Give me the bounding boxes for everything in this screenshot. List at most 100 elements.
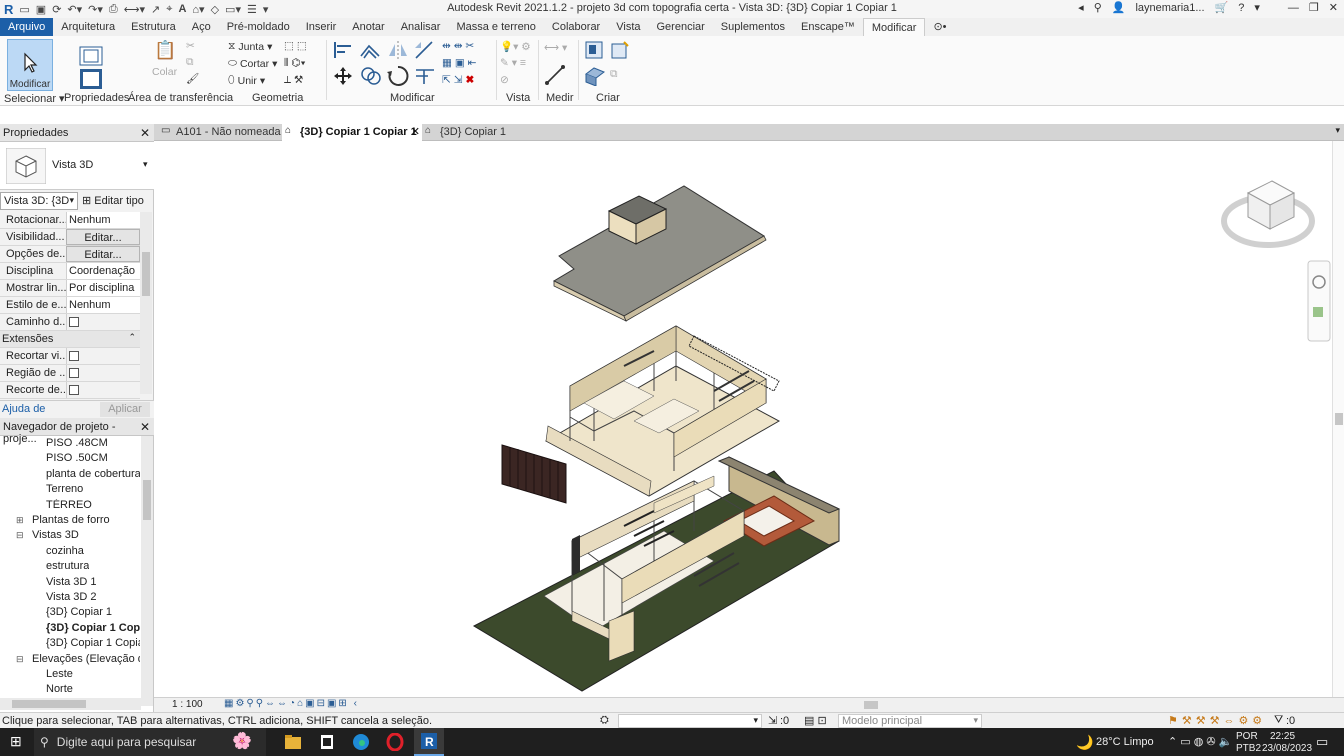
browser-item[interactable]: PISO .50CM — [46, 452, 108, 464]
tab-1[interactable]: Arquitetura — [53, 18, 123, 36]
delete-icon[interactable]: ✖ — [466, 74, 475, 86]
canvas-hscrollbar[interactable] — [434, 701, 1314, 709]
property-edit-button[interactable]: Editar... — [66, 229, 140, 245]
copy-icon[interactable] — [360, 66, 382, 86]
hide-bulb-icon[interactable]: 💡▾ ⚙ — [500, 40, 531, 53]
tree-toggle-icon[interactable]: ⊞ — [16, 515, 24, 526]
properties-help-link[interactable]: Ajuda de — [2, 403, 45, 415]
tab-11[interactable]: Gerenciar — [649, 18, 713, 36]
array-icons-row[interactable]: ▦ ▣ ⇤ — [442, 57, 476, 69]
property-value[interactable] — [66, 365, 140, 381]
tab-5[interactable]: Inserir — [298, 18, 345, 36]
tab-3[interactable]: Aço — [184, 18, 219, 36]
weather-text[interactable]: 28°C Limpo — [1096, 736, 1154, 748]
property-value[interactable]: Coordenação — [66, 263, 140, 279]
paste-label[interactable]: Colar — [152, 66, 177, 78]
create-parts-icon[interactable] — [584, 66, 606, 86]
tab-14[interactable]: Modificar — [862, 18, 926, 36]
search-highlight-icon[interactable]: 🌸 — [232, 731, 252, 751]
browser-hscrollbar[interactable] — [0, 698, 141, 710]
dimension-tool-icon[interactable] — [544, 64, 566, 86]
property-edit-button[interactable]: Editar... — [66, 246, 140, 262]
opera-icon[interactable] — [386, 733, 404, 751]
help-icon[interactable]: ? — [1238, 2, 1244, 14]
create-assembly-icon[interactable]: ⧉ — [610, 68, 618, 81]
worksets-icon[interactable]: ⛭ — [600, 714, 609, 727]
split-face-icon[interactable]: ⫴ ⌬▾ — [284, 57, 306, 70]
property-value[interactable] — [66, 348, 140, 364]
modify-tool-button[interactable]: Modificar — [7, 39, 53, 91]
close-tab-icon[interactable]: ✕ — [411, 125, 420, 138]
close-icon[interactable]: ✕ — [140, 420, 150, 434]
browser-item[interactable]: PISO .48CM — [46, 437, 108, 449]
measure-icon[interactable]: ⟷▾ — [124, 3, 145, 16]
save-icon[interactable]: ▣ — [36, 3, 46, 16]
linework-icon[interactable]: ⊘ — [500, 74, 509, 86]
editable-icon[interactable]: ⇲ — [768, 714, 777, 727]
windows-start-icon[interactable]: ⊞ — [10, 733, 22, 750]
tag-icon[interactable]: ⌖ — [166, 3, 172, 16]
browser-item[interactable]: Vista 3D 2 — [46, 591, 97, 603]
collapse-icon[interactable]: ⌃ — [128, 332, 136, 343]
browser-item[interactable]: Vista 3D 1 — [46, 576, 97, 588]
browser-item[interactable]: cozinha — [46, 545, 84, 557]
revit-taskbar-button[interactable]: R — [414, 728, 444, 756]
browser-item[interactable]: planta de cobertura — [46, 468, 140, 480]
create-group-icon[interactable] — [610, 40, 630, 60]
move-icon[interactable] — [333, 66, 353, 86]
clock-date[interactable]: 23/08/2023 — [1262, 743, 1312, 754]
language-code[interactable]: POR — [1236, 731, 1258, 742]
design-options-icon[interactable]: ▤ ⊡ — [804, 714, 827, 727]
design-option-select[interactable]: Modelo principal ▾ — [838, 714, 982, 728]
tab-4[interactable]: Pré-moldado — [219, 18, 298, 36]
close-hidden-icon[interactable]: ▭▾ — [225, 3, 241, 16]
roof-slab[interactable] — [552, 185, 767, 322]
tree-toggle-icon[interactable]: ⊟ — [16, 654, 24, 665]
close-icon[interactable]: ✕ — [140, 126, 150, 140]
minimize-button[interactable]: — — [1288, 2, 1299, 14]
tab-7[interactable]: Analisar — [393, 18, 449, 36]
tab-13[interactable]: Enscape™ — [793, 18, 863, 36]
user-icon[interactable]: 👤 — [1112, 1, 1126, 14]
override-icon[interactable]: ✎ ▾ ≡ — [500, 57, 526, 69]
paste-icon[interactable]: 📋 — [154, 40, 176, 61]
properties-button[interactable] — [68, 39, 114, 91]
help-dropdown-icon[interactable]: ▾ — [1254, 1, 1260, 14]
selection-options-icons[interactable]: ⚑⚒⚒⚒⇔⚙⚙ — [1168, 714, 1266, 727]
browser-item[interactable]: {3D} Copiar 1 Copiai — [46, 637, 140, 649]
weather-moon-icon[interactable]: 🌙 — [1076, 734, 1093, 751]
view-tab[interactable]: ⌂ {3D} Copiar 1 — [422, 124, 512, 141]
instance-filter-select[interactable]: Vista 3D: {3D ▾ — [0, 192, 78, 210]
view-controls-icons[interactable]: ▦⚙⚲⚲⇔⇔◔⌂▣⊟▣⊞ ‹ — [224, 698, 359, 709]
browser-scrollbar[interactable] — [141, 436, 153, 706]
align-icon[interactable] — [333, 40, 355, 60]
tab-6[interactable]: Anotar — [344, 18, 392, 36]
keyboard-layout[interactable]: PTB2 — [1236, 743, 1261, 754]
mirror-draw-icon[interactable] — [413, 40, 435, 60]
property-value[interactable] — [66, 314, 140, 330]
tab-12[interactable]: Suplementos — [713, 18, 793, 36]
mirror-axis-icon[interactable] — [387, 40, 409, 60]
close-button[interactable]: ✕ — [1329, 1, 1338, 14]
checkbox[interactable] — [69, 317, 79, 328]
rotate-icon[interactable] — [386, 64, 410, 88]
checkbox[interactable] — [69, 351, 79, 362]
type-dropdown-icon[interactable]: ▾ — [143, 159, 148, 170]
match-type-icon[interactable]: 🖌 — [186, 72, 199, 85]
apply-button[interactable]: Aplicar — [100, 402, 150, 417]
maximize-button[interactable]: ❐ — [1309, 1, 1319, 14]
filter-icon[interactable]: ⛛ — [1274, 714, 1283, 727]
browser-item[interactable]: Leste — [46, 668, 73, 680]
cut-button[interactable]: ⬭ Cortar ▾ — [228, 57, 277, 70]
tab-9[interactable]: Colaborar — [544, 18, 608, 36]
edit-type-button[interactable]: ⊞ Editar tipo — [82, 194, 144, 207]
user-name[interactable]: laynemaria1... — [1135, 2, 1204, 14]
panel-select[interactable]: Selecionar ▾ — [4, 92, 65, 105]
customize-icon[interactable]: ▾ — [263, 3, 269, 16]
copy-clip-icon[interactable]: ⧉ — [186, 56, 194, 69]
create-similar-icon[interactable] — [584, 40, 604, 60]
notifications-icon[interactable]: ▭ — [1316, 734, 1328, 750]
unir-button[interactable]: ⬯ Unir ▾ — [228, 74, 265, 87]
extensions-section-header[interactable]: Extensões ⌃ — [0, 331, 140, 348]
tree-toggle-icon[interactable]: ⊟ — [16, 530, 24, 541]
